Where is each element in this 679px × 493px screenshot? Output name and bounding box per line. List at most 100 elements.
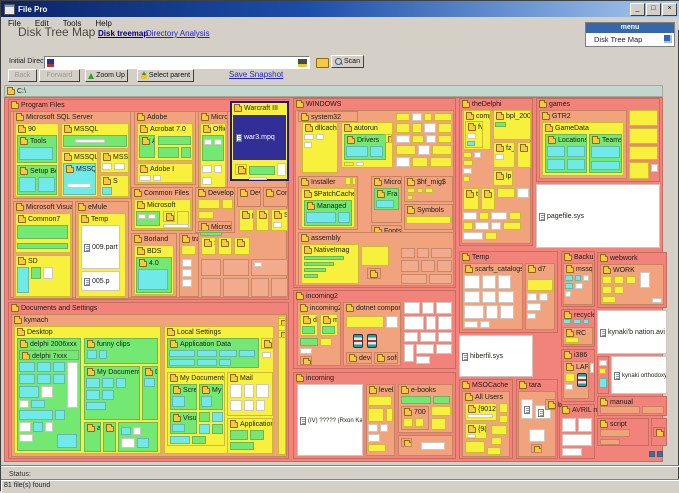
treemap-block[interactable] [19,410,53,420]
node-delphi-7xxx[interactable]: delphi 7xxx [19,350,79,360]
treemap-block[interactable] [527,293,537,301]
node-system32[interactable]: system32 [298,111,358,122]
browse-folder-button[interactable] [315,56,330,69]
treemap-block[interactable] [139,175,151,181]
treemap-block[interactable] [353,334,363,348]
treemap-block[interactable] [344,162,354,166]
treemap-block[interactable] [249,177,267,180]
treemap-block[interactable] [653,427,665,437]
node-lp[interactable]: lp [493,170,513,186]
treemap-block[interactable] [424,113,432,121]
treemap-block[interactable] [17,267,29,293]
treemap-block[interactable] [352,177,356,185]
treemap-block[interactable] [19,147,53,160]
treemap-block[interactable] [244,384,254,398]
treemap-block[interactable] [629,146,658,160]
treemap-block[interactable] [565,283,573,289]
treemap-block[interactable] [202,177,212,185]
treemap-block[interactable] [239,350,255,357]
treemap-block[interactable] [271,278,288,297]
directory-analysis-link[interactable]: Directory Analysis [146,29,210,38]
treemap-block[interactable] [600,429,630,437]
treemap-block[interactable] [102,390,114,400]
treemap-block[interactable] [467,141,475,146]
treemap-block[interactable] [386,408,393,422]
treemap-block[interactable] [169,359,195,366]
treemap-block[interactable] [304,256,344,260]
treemap-block[interactable] [500,305,514,319]
treemap-block[interactable] [302,326,315,334]
treemap-block[interactable] [577,373,587,387]
treemap-block[interactable] [304,142,312,148]
treemap-block[interactable] [463,176,470,182]
treemap-block[interactable] [404,316,424,330]
treemap-block[interactable] [396,135,410,143]
initial-directory-combo[interactable] [44,56,310,69]
treemap-block[interactable] [467,133,476,139]
treemap-block[interactable] [86,390,100,400]
node-comp[interactable]: Comp [263,187,288,207]
treemap-block[interactable] [57,434,77,448]
treemap-block[interactable] [137,438,149,448]
treemap-block[interactable] [368,424,378,432]
treemap-block[interactable] [214,165,222,173]
node-a[interactable]: A [218,237,232,255]
treemap-block[interactable] [431,248,452,258]
treemap-block[interactable] [614,276,624,284]
treemap-block[interactable] [361,246,389,266]
node-c[interactable]: C:\ [4,85,663,97]
treemap-block[interactable] [573,319,581,324]
node-te[interactable]: te [463,188,479,210]
treemap-block[interactable] [565,337,579,343]
node-f[interactable]: f [367,268,381,279]
treemap-block[interactable] [230,384,242,398]
treemap-block[interactable] [418,145,430,155]
treemap-block[interactable] [417,248,429,258]
zoom-up-button[interactable]: Zoom Up [85,69,128,82]
treemap-block[interactable] [19,374,35,384]
treemap-block[interactable] [114,163,125,170]
treemap-block[interactable] [599,378,607,388]
treemap-block[interactable] [153,175,161,181]
treemap-block[interactable] [370,146,383,157]
treemap-block[interactable] [43,267,53,279]
treemap-block[interactable] [426,316,436,330]
treemap-block[interactable] [463,212,477,220]
treemap-block[interactable] [322,326,335,334]
treemap-block[interactable] [417,188,423,193]
treemap-block[interactable] [482,275,496,289]
treemap-block[interactable] [19,386,39,398]
treemap-block[interactable] [426,135,436,143]
treemap-block[interactable] [250,430,264,440]
treemap-block[interactable] [495,154,504,160]
treemap-block[interactable] [86,402,106,410]
node-mssql[interactable]: MSSQL [63,163,96,195]
treemap-block[interactable] [565,373,575,382]
treemap-block[interactable] [368,408,384,422]
treemap-block[interactable] [499,403,508,413]
node-hi[interactable]: Hi [256,209,269,231]
treemap-block[interactable] [438,316,452,330]
treemap-block[interactable] [480,321,490,328]
treemap-block[interactable] [254,262,262,267]
treemap-block[interactable] [467,434,476,438]
treemap-block[interactable] [531,444,542,453]
treemap-block[interactable] [41,386,53,398]
treemap-block[interactable] [517,188,529,198]
treemap-block[interactable] [368,396,392,406]
treemap-block[interactable] [464,275,480,289]
treemap-block[interactable] [172,424,185,432]
treemap-block[interactable] [433,396,450,404]
treemap-block[interactable] [169,350,195,357]
treemap-block[interactable] [202,165,212,173]
treemap-block[interactable] [163,211,175,222]
treemap-block[interactable] [657,451,663,457]
treemap-block[interactable] [425,188,433,193]
treemap-block[interactable] [37,362,51,372]
treemap-block[interactable] [19,362,35,372]
treemap-block[interactable] [527,279,553,291]
treemap-block[interactable] [201,259,221,276]
scan-button[interactable]: Scan [331,55,364,68]
treemap-block[interactable] [575,283,583,289]
treemap-block[interactable] [436,302,452,314]
